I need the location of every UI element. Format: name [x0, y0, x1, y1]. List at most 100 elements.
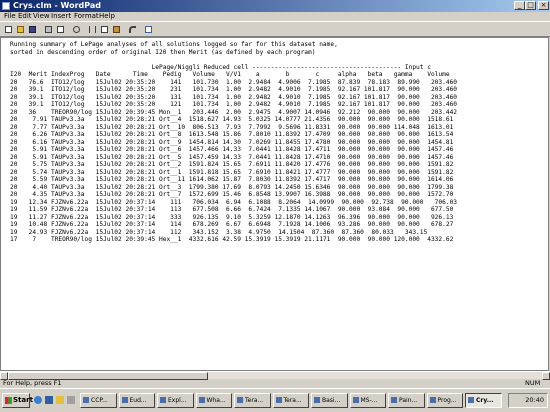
document-line[interactable]: 20 6.26 TAUPv3.3a 15Jul02 20:28:21 Ort__…: [10, 131, 453, 138]
taskbar-button-label: Pain...: [399, 397, 418, 404]
document-line[interactable]: 19 11.59 FJZNv6.22a 15Jul02 20:37:14 113…: [10, 206, 453, 213]
print-preview-button[interactable]: [55, 24, 66, 35]
cut-button[interactable]: [87, 24, 98, 35]
paste-button[interactable]: [111, 24, 122, 35]
menu-file[interactable]: File: [4, 12, 16, 21]
desktop-icon[interactable]: [45, 396, 53, 404]
document-line[interactable]: LePage/Niggli Reduced cell -------------…: [10, 64, 431, 71]
cut-icon: [89, 26, 96, 33]
document-line[interactable]: 20 4.40 TAUPv3.3a 15Jul02 20:28:21 Ort__…: [10, 184, 453, 191]
document-line[interactable]: 20 5.91 TAUPv3.3a 15Jul02 20:28:21 Ort__…: [10, 154, 453, 161]
taskbar-button-label: MS-...: [360, 397, 378, 404]
taskbar-button-label: Eud...: [129, 397, 147, 404]
outlook-icon[interactable]: [56, 396, 64, 404]
document-line[interactable]: 17 7 TREOR90/log 15Jul02 20:39:45 Hex__1…: [10, 236, 453, 243]
explorer-icon[interactable]: [67, 396, 75, 404]
windows-logo-icon: [5, 397, 12, 404]
app-icon: [391, 397, 397, 403]
ie-icon[interactable]: [34, 396, 42, 404]
menu-bar: File Edit View Insert Format Help: [0, 12, 550, 21]
document-line[interactable]: 20 6.16 TAUPv3.3a 15Jul02 20:28:21 Ort__…: [10, 139, 453, 146]
document-line[interactable]: 20 39.1 ITO12/log 15Jul02 20:35:20 121 1…: [10, 101, 457, 108]
document-line[interactable]: 20 7.91 TAUPv3.3a 15Jul02 20:28:21 Ort__…: [10, 116, 453, 123]
document-line[interactable]: Running summary of LePage analyses of al…: [10, 41, 338, 48]
new-document-icon: [5, 26, 12, 33]
taskbar-button[interactable]: MS-...: [349, 393, 386, 408]
document-line[interactable]: 19 10.48 FJZNv6.22a 15Jul02 20:37:14 114…: [10, 221, 453, 228]
horizontal-scrollbar[interactable]: [0, 371, 550, 380]
app-icon: [237, 397, 243, 403]
find-icon: [73, 26, 80, 33]
open-button[interactable]: [15, 24, 26, 35]
document-line[interactable]: I20 Merit IndexProg Date Time Pedig Volu…: [10, 71, 450, 78]
copy-button[interactable]: [99, 24, 110, 35]
save-button[interactable]: [27, 24, 38, 35]
app-icon: [121, 397, 128, 403]
document-line[interactable]: 19 24.93 FJZNv6.22a 15Jul02 20:37:14 112…: [10, 229, 427, 236]
document-line[interactable]: 20 39.1 ITO12/log 15Jul02 20:35:20 131 1…: [10, 94, 457, 101]
taskbar-button[interactable]: Eud...: [118, 393, 155, 408]
app-icon: [352, 397, 359, 403]
taskbar-button-label: Expl...: [168, 397, 187, 404]
close-button[interactable]: ×: [538, 1, 549, 10]
new-document-button[interactable]: [3, 24, 14, 35]
taskbar-button[interactable]: Tera...: [272, 393, 309, 408]
document-line[interactable]: 20 36 TREOR90/log 15Jul02 20:39:45 Mon__…: [10, 109, 457, 116]
menu-help[interactable]: Help: [99, 12, 115, 21]
menu-format[interactable]: Format: [74, 12, 99, 21]
document-line[interactable]: 20 5.75 TAUPv3.3a 15Jul02 20:28:21 Ort__…: [10, 161, 453, 168]
app-icon: [314, 397, 320, 403]
wordpad-app-icon[interactable]: [2, 2, 10, 10]
date-time-button[interactable]: [143, 24, 154, 35]
print-preview-icon: [57, 26, 64, 33]
document-line[interactable]: 20 7.77 TAUPv3.3a 15Jul02 20:28:21 Ort__…: [10, 124, 453, 131]
document-line[interactable]: 20 5.59 TAUPv3.3a 15Jul02 20:28:21 Ort__…: [10, 176, 453, 183]
paste-icon: [113, 26, 120, 33]
taskbar-button[interactable]: Cry...: [465, 393, 502, 408]
title-bar[interactable]: Crys.clm - WordPad _ □ ×: [0, 0, 550, 12]
document-line[interactable]: 20 4.35 TAUPv3.3a 15Jul02 20:28:21 Ort__…: [10, 191, 453, 198]
taskbar-button-label: CCP...: [91, 397, 108, 404]
taskbar-button[interactable]: CCP...: [80, 393, 117, 408]
taskbar-button[interactable]: Tera...: [234, 393, 271, 408]
print-icon: [45, 26, 52, 33]
document-line[interactable]: 20 76.6 ITO12/log 15Jul02 20:35:20 141 1…: [10, 79, 457, 86]
start-button[interactable]: Start: [2, 393, 33, 408]
taskbar-button[interactable]: Wha...: [195, 393, 232, 408]
status-bar: For Help, press F1 NUM: [0, 379, 550, 388]
menu-insert[interactable]: Insert: [51, 12, 71, 21]
app-icon: [468, 397, 474, 403]
taskbar-button[interactable]: Pain...: [388, 393, 425, 408]
taskbar: Start CCP... Eud... Expl... Wha... Tera... Te…: [0, 388, 550, 412]
taskbar-button[interactable]: Basi...: [311, 393, 348, 408]
document-line[interactable]: 20 5.74 TAUPv3.3a 15Jul02 20:28:21 Ort__…: [10, 169, 453, 176]
app-icon: [275, 397, 282, 403]
taskbar-button[interactable]: Prog...: [426, 393, 463, 408]
print-button[interactable]: [43, 24, 54, 35]
document-line[interactable]: sorted in descending order of original I…: [10, 49, 315, 56]
clock[interactable]: 20:40: [525, 396, 544, 404]
menu-view[interactable]: View: [33, 12, 50, 21]
app-icon: [160, 397, 166, 403]
taskbar-button-label: Prog...: [437, 397, 457, 404]
document-line[interactable]: 20 5.91 TAUPv3.3a 15Jul02 20:28:21 Ort__…: [10, 146, 453, 153]
app-icon: [198, 397, 205, 403]
menu-edit[interactable]: Edit: [18, 12, 32, 21]
taskbar-button-label: Tera...: [245, 397, 264, 404]
maximize-button[interactable]: □: [525, 1, 536, 10]
find-button[interactable]: [71, 24, 82, 35]
document-line[interactable]: 19 11.27 FJZNv6.22a 15Jul02 20:37:14 333…: [10, 214, 453, 221]
app-icon: [83, 397, 89, 403]
taskbar-button-label: Cry...: [476, 397, 494, 404]
undo-button[interactable]: [127, 24, 138, 35]
copy-icon: [101, 26, 108, 33]
status-help-text: For Help, press F1: [3, 379, 62, 387]
document-line[interactable]: 19 12.34 FJZNv6.22a 15Jul02 20:37:14 111…: [10, 199, 457, 206]
minimize-button[interactable]: _: [514, 1, 525, 10]
document-text[interactable]: Running summary of LePage analyses of al…: [10, 41, 548, 369]
taskbar-button[interactable]: Expl...: [157, 393, 194, 408]
document-line[interactable]: 20 39.1 ITO12/log 15Jul02 20:35:20 231 1…: [10, 86, 457, 93]
toolbar: [0, 21, 550, 37]
undo-icon: [129, 26, 136, 33]
document-area[interactable]: Running summary of LePage analyses of al…: [0, 37, 549, 371]
